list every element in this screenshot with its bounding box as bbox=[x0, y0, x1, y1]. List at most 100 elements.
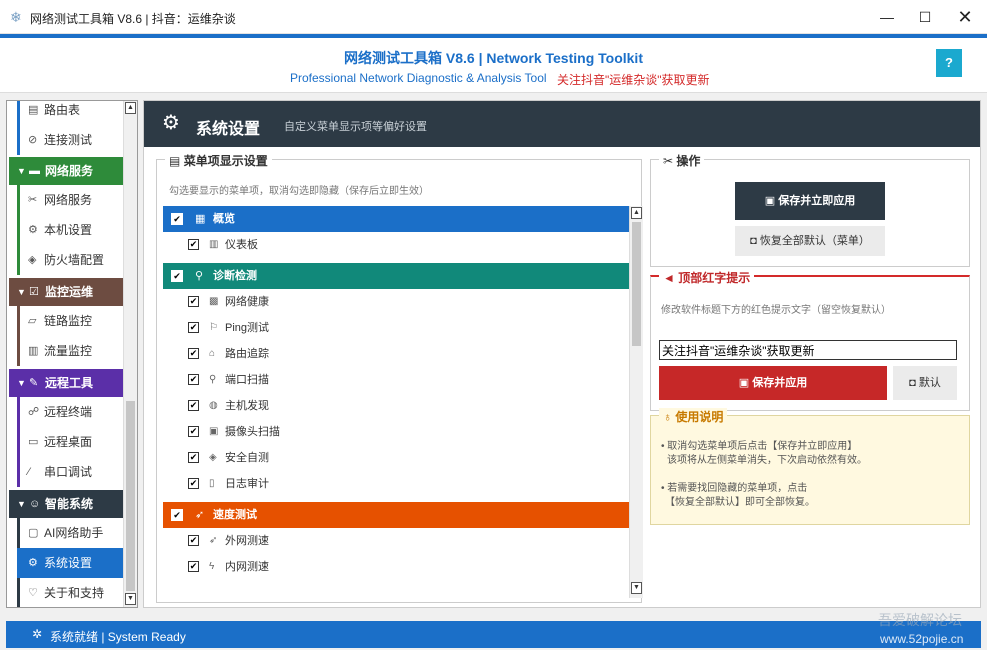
category-row-diagnostics[interactable]: ✔ ⚲ 诊断检测 bbox=[163, 263, 629, 289]
app-snowflake-icon: ❄ bbox=[10, 9, 22, 25]
checkbox[interactable]: ✔ bbox=[188, 322, 199, 333]
menu-item-row[interactable]: ✔ ⌂ 路由追踪 bbox=[163, 341, 629, 367]
save-apply-button[interactable]: ▣ 保存并立即应用 bbox=[735, 182, 885, 220]
watermark-title: 吾爱破解论坛 bbox=[878, 612, 962, 628]
sidebar-item-link-monitor[interactable]: ▱ 链路监控 bbox=[17, 306, 127, 336]
shield-icon: ◈ bbox=[28, 254, 37, 266]
sidebar-section-network-services[interactable]: ▼ ▬ 网络服务 bbox=[9, 157, 127, 185]
sidebar-item-local-settings[interactable]: ⚙ 本机设置 bbox=[17, 215, 127, 245]
menu-item-row[interactable]: ✔ ▥ 仪表板 bbox=[163, 232, 629, 258]
log-icon: ▯ bbox=[209, 478, 215, 489]
gear-icon: ⚙ bbox=[28, 557, 38, 569]
page-header: ⚙ 系统设置 自定义菜单显示项等偏好设置 bbox=[144, 101, 980, 147]
sidebar-item-remote-desktop[interactable]: ▭ 远程桌面 bbox=[17, 427, 127, 457]
globe-icon: ◍ bbox=[209, 400, 218, 411]
checkbox[interactable]: ✔ bbox=[188, 452, 199, 463]
sidebar-item-ai-assistant[interactable]: ▢ AI网络助手 bbox=[17, 518, 127, 548]
menu-item-row[interactable]: ✔ ⚐ Ping测试 bbox=[163, 315, 629, 341]
sidebar-item-label: 远程终端 bbox=[44, 405, 93, 419]
scroll-up-arrow-icon[interactable]: ▲ bbox=[125, 102, 136, 114]
menu-item-row[interactable]: ✔ ▯ 日志审计 bbox=[163, 471, 629, 497]
menu-item-label: 日志审计 bbox=[225, 478, 269, 490]
menu-list-scrollbar[interactable]: ▲ ▼ bbox=[629, 206, 643, 598]
category-row-speed-test[interactable]: ✔ ➶ 速度测试 bbox=[163, 502, 629, 528]
sidebar-item-connection-test[interactable]: ⊘ 连接测试 bbox=[17, 125, 127, 155]
scroll-down-arrow-icon[interactable]: ▼ bbox=[631, 582, 642, 594]
checkbox[interactable]: ✔ bbox=[171, 213, 183, 225]
sidebar-item-serial-debug[interactable]: ⁄ 串口调试 bbox=[17, 457, 127, 487]
menu-item-label: 网络健康 bbox=[225, 296, 269, 308]
sidebar-section-monitoring[interactable]: ▼ ☑ 监控运维 bbox=[9, 278, 127, 306]
page-description: 自定义菜单显示项等偏好设置 bbox=[284, 121, 427, 133]
scroll-down-arrow-icon[interactable]: ▼ bbox=[125, 593, 136, 605]
save-icon: ▣ bbox=[764, 195, 776, 207]
usage-group: ♁ 使用说明 • 取消勾选菜单项后点击【保存并立即应用】 该项将从左侧菜单消失，… bbox=[650, 408, 970, 525]
menu-item-row[interactable]: ✔ ϟ 内网测速 bbox=[163, 554, 629, 580]
menu-item-row[interactable]: ✔ ◍ 主机发现 bbox=[163, 393, 629, 419]
default-tip-button[interactable]: ◘ 默认 bbox=[893, 366, 957, 400]
actions-legend: ✂ 操作 bbox=[659, 152, 705, 169]
checkbox[interactable]: ✔ bbox=[188, 535, 199, 546]
close-button[interactable]: ✕ bbox=[950, 6, 980, 28]
scroll-up-arrow-icon[interactable]: ▲ bbox=[631, 207, 642, 219]
shield-icon: ◈ bbox=[209, 452, 217, 463]
window-titlebar: ❄ 网络测试工具箱 V8.6 | 抖音：运维杂谈 — ☐ ✕ bbox=[0, 0, 987, 34]
app-header: 网络测试工具箱 V8.6 | Network Testing Toolkit P… bbox=[0, 38, 987, 93]
usage-legend: ♁ 使用说明 bbox=[659, 408, 728, 425]
search-icon: ⚲ bbox=[195, 270, 204, 282]
maximize-button[interactable]: ☐ bbox=[910, 6, 940, 28]
checkbox[interactable]: ✔ bbox=[188, 400, 199, 411]
menu-item-row[interactable]: ✔ ⚲ 端口扫描 bbox=[163, 367, 629, 393]
red-tip-description: 修改软件标题下方的红色提示文字（留空恢复默认） bbox=[661, 305, 891, 316]
collapse-caret-icon: ▼ bbox=[17, 499, 26, 509]
legend-text: 操作 bbox=[676, 154, 701, 168]
sidebar-item-remote-terminal[interactable]: ☍ 远程终端 bbox=[17, 397, 127, 427]
category-row-overview[interactable]: ✔ ▦ 概览 bbox=[163, 206, 629, 232]
app-subtitle: Professional Network Diagnostic & Analys… bbox=[290, 71, 547, 85]
category-label: 概览 bbox=[213, 213, 235, 225]
menu-item-row[interactable]: ✔ ▩ 网络健康 bbox=[163, 289, 629, 315]
scrollbar-thumb[interactable] bbox=[126, 401, 135, 591]
checkbox[interactable]: ✔ bbox=[188, 374, 199, 385]
sidebar-item-route-table[interactable]: ▤ 路由表 bbox=[17, 101, 127, 125]
scrollbar-thumb[interactable] bbox=[632, 222, 641, 346]
menu-item-row[interactable]: ✔ ➶ 外网测速 bbox=[163, 528, 629, 554]
sidebar-section-smart-system[interactable]: ▼ ☺ 智能系统 bbox=[9, 490, 127, 518]
legend-text: 顶部红字提示 bbox=[678, 271, 751, 285]
sidebar-item-network-services[interactable]: ✂ 网络服务 bbox=[17, 185, 127, 215]
button-label: 恢复全部默认（菜单） bbox=[759, 235, 870, 247]
sidebar-item-label: 防火墙配置 bbox=[44, 253, 105, 267]
menu-settings-legend: ▤ 菜单项显示设置 bbox=[165, 152, 272, 169]
checkbox[interactable]: ✔ bbox=[171, 509, 183, 521]
status-icon: ✲ bbox=[32, 627, 43, 641]
sidebar-item-system-settings[interactable]: ⚙ 系统设置 bbox=[17, 548, 127, 578]
sidebar-section-remote-tools[interactable]: ▼ ✎ 远程工具 bbox=[9, 369, 127, 397]
sidebar-scrollbar[interactable]: ▲ ▼ bbox=[123, 101, 137, 607]
checkbox[interactable]: ✔ bbox=[188, 296, 199, 307]
sidebar-item-traffic-monitor[interactable]: ▥ 流量监控 bbox=[17, 336, 127, 366]
sidebar-section-label: 远程工具 bbox=[45, 376, 94, 390]
usage-text: • 取消勾选菜单项后点击【保存并立即应用】 该项将从左侧菜单消失，下次启动依然有… bbox=[661, 440, 961, 510]
checkbox[interactable]: ✔ bbox=[188, 561, 199, 572]
sidebar-item-label: 网络服务 bbox=[44, 193, 93, 207]
sidebar-item-label: 远程桌面 bbox=[44, 435, 93, 449]
checkbox[interactable]: ✔ bbox=[188, 426, 199, 437]
checkbox[interactable]: ✔ bbox=[188, 348, 199, 359]
app-title: 网络测试工具箱 V8.6 | Network Testing Toolkit bbox=[344, 50, 643, 66]
red-tip-input[interactable] bbox=[659, 340, 957, 360]
menu-item-row[interactable]: ✔ ◈ 安全自测 bbox=[163, 445, 629, 471]
sidebar-item-firewall[interactable]: ◈ 防火墙配置 bbox=[17, 245, 127, 275]
sidebar-section-label: 网络服务 bbox=[45, 164, 94, 178]
checkbox[interactable]: ✔ bbox=[188, 239, 199, 250]
checkbox[interactable]: ✔ bbox=[188, 478, 199, 489]
checkbox[interactable]: ✔ bbox=[171, 270, 183, 282]
category-label: 诊断检测 bbox=[213, 270, 257, 282]
minimize-button[interactable]: — bbox=[872, 6, 902, 28]
help-button[interactable]: ? bbox=[936, 49, 962, 77]
sidebar-section-label: 智能系统 bbox=[45, 497, 94, 511]
restore-defaults-button[interactable]: ◘ 恢复全部默认（菜单） bbox=[735, 226, 885, 256]
save-icon: ▣ bbox=[738, 377, 750, 389]
sidebar-item-about[interactable]: ♡ 关于和支持 bbox=[17, 578, 127, 607]
save-tip-button[interactable]: ▣ 保存并应用 bbox=[659, 366, 887, 400]
menu-item-row[interactable]: ✔ ▣ 摄像头扫描 bbox=[163, 419, 629, 445]
